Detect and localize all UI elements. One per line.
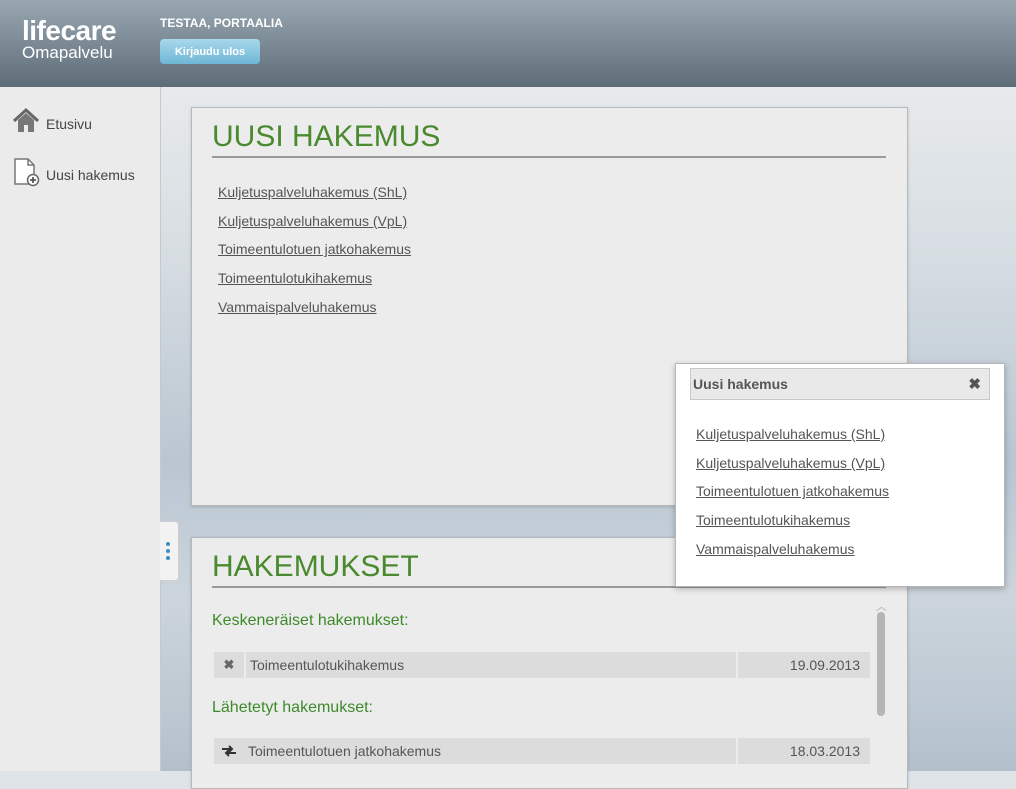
home-icon	[12, 107, 40, 140]
popup-application-link[interactable]: Toimeentulotuen jatkohakemus	[696, 483, 889, 499]
application-link[interactable]: Toimeentulotukihakemus	[218, 270, 372, 286]
scrollbar[interactable]: ︿	[874, 598, 888, 778]
popup-header: Uusi hakemus ✖	[690, 368, 990, 400]
popup-application-link[interactable]: Kuljetuspalveluhakemus (VpL)	[696, 455, 885, 471]
handle-dot	[166, 549, 170, 553]
sidebar-toggle-handle[interactable]	[160, 521, 179, 581]
logo-subtitle: Omapalvelu	[22, 43, 113, 62]
application-name[interactable]: Toimeentulotuen jatkohakemus	[236, 738, 736, 764]
application-date: 19.09.2013	[738, 652, 870, 678]
sent-heading: Lähetetyt hakemukset:	[212, 699, 373, 716]
sidebar-item-home[interactable]: Etusivu	[12, 107, 92, 140]
sidebar-item-label: Etusivu	[46, 115, 92, 132]
sidebar: Etusivu Uusi hakemus	[0, 87, 161, 771]
handle-dot	[166, 556, 170, 560]
panel-title: UUSI HAKEMUS	[212, 120, 886, 158]
logout-button[interactable]: Kirjaudu ulos	[160, 39, 260, 64]
application-date: 18.03.2013	[738, 738, 870, 764]
close-icon[interactable]: ✖	[968, 375, 981, 393]
app-header: lifecare Omapalvelu TESTAA, PORTAALIA Ki…	[0, 0, 1016, 87]
delete-icon[interactable]: ✖	[214, 652, 244, 678]
application-link[interactable]: Kuljetuspalveluhakemus (VpL)	[218, 213, 407, 229]
popup-application-link[interactable]: Vammaispalveluhakemus	[696, 541, 854, 557]
application-link[interactable]: Kuljetuspalveluhakemus (ShL)	[218, 184, 407, 200]
user-name: TESTAA, PORTAALIA	[160, 16, 283, 30]
new-application-popup: Uusi hakemus ✖ Kuljetuspalveluhakemus (S…	[675, 363, 1005, 587]
application-link[interactable]: Toimeentulotuen jatkohakemus	[218, 241, 411, 257]
popup-application-link[interactable]: Kuljetuspalveluhakemus (ShL)	[696, 426, 885, 442]
popup-application-link[interactable]: Toimeentulotukihakemus	[696, 512, 850, 528]
application-link[interactable]: Vammaispalveluhakemus	[218, 299, 376, 315]
table-row[interactable]: Toimeentulotuen jatkohakemus 18.03.2013	[214, 738, 870, 764]
sidebar-item-label: Uusi hakemus	[46, 166, 135, 183]
popup-title: Uusi hakemus	[693, 376, 788, 392]
new-document-icon	[12, 157, 40, 192]
sidebar-item-new-application[interactable]: Uusi hakemus	[12, 157, 135, 192]
handle-dot	[166, 542, 170, 546]
scroll-thumb[interactable]	[877, 612, 885, 716]
application-name[interactable]: Toimeentulotukihakemus	[246, 652, 736, 678]
table-row[interactable]: ✖ Toimeentulotukihakemus 19.09.2013	[214, 652, 870, 678]
incomplete-heading: Keskeneräiset hakemukset:	[212, 612, 409, 629]
